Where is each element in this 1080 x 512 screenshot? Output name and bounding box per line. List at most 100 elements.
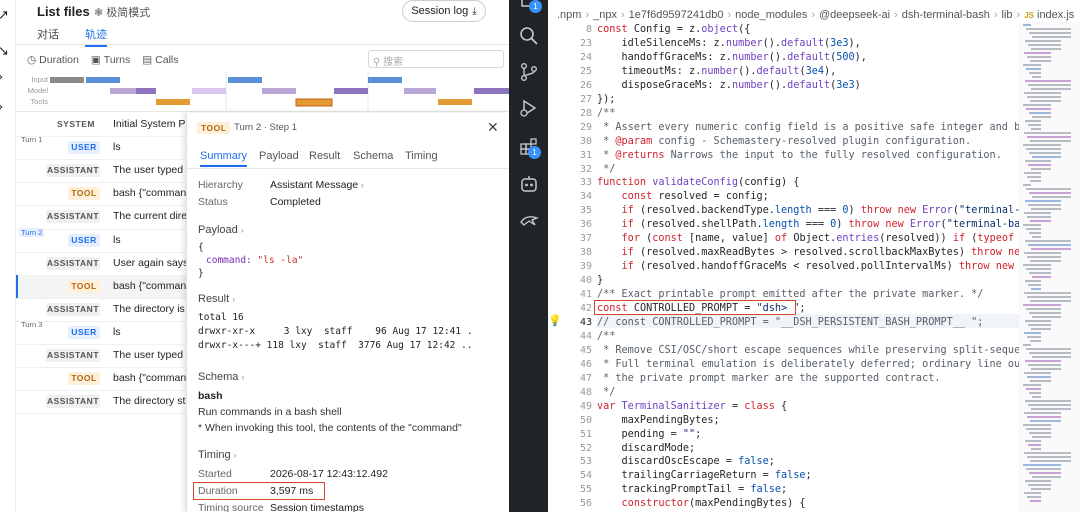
remote-robot-icon[interactable] (519, 174, 539, 194)
trace-row[interactable]: User again says " (113, 257, 195, 269)
hierarchy-link[interactable]: Assistant Message › (270, 179, 364, 191)
filter-calls[interactable]: ▤ Calls (142, 54, 178, 66)
result-section[interactable]: Result › (198, 293, 235, 305)
lite-mode-toggle[interactable]: ❃ 极简模式 (94, 4, 150, 20)
row-divider (16, 159, 196, 161)
tab-result[interactable]: Result (309, 150, 340, 162)
timeline-bar (156, 99, 190, 105)
trace-row[interactable]: The user typed " (113, 349, 190, 361)
code-line: function validateConfig(config) { (597, 177, 800, 189)
trace-row[interactable]: ls (113, 326, 121, 338)
trace-row[interactable]: ls (113, 234, 121, 246)
edge-glyph: ↘ (0, 44, 9, 59)
trace-row[interactable]: bash {"comman (113, 372, 186, 384)
edge-glyph: › (0, 70, 3, 85)
crumb[interactable]: .npm (557, 9, 581, 21)
crumb[interactable]: 1e7f6d9597241db0 (629, 9, 724, 21)
payload-entry: command: "ls -la" (206, 255, 303, 266)
minimap-line (1029, 272, 1051, 274)
line-number: 46 (579, 358, 592, 370)
minimap-line (1025, 120, 1041, 122)
crumb[interactable]: lib (1002, 9, 1013, 21)
lightbulb-icon[interactable]: 💡 (548, 314, 562, 327)
line-number: 39 (579, 261, 592, 273)
source-control-icon[interactable] (519, 62, 539, 82)
code-editor: 1 1 .npm › _npx › 1e7f6d9597241db0 › node_mod (509, 0, 1080, 512)
crumb[interactable]: dsh-terminal-bash (902, 9, 990, 21)
timing-section[interactable]: Timing › (198, 449, 237, 461)
code-line: if (resolved.maxReadBytes > resolved.scr… (621, 247, 1022, 259)
bird-icon[interactable] (519, 210, 539, 230)
tab-summary[interactable]: Summary (200, 150, 248, 167)
role-badge: USER (68, 141, 100, 155)
trace-row[interactable]: bash {"comman (113, 187, 186, 199)
minimap-line (1027, 96, 1061, 98)
search-icon[interactable] (519, 26, 539, 46)
lite-mode-label: 极简模式 (106, 7, 151, 19)
trace-row[interactable]: The directory is s (113, 303, 193, 315)
line-number: 29 (579, 121, 592, 133)
edge-glyph: › (0, 100, 3, 115)
crumb[interactable]: node_modules (735, 9, 807, 21)
row-divider (16, 297, 196, 299)
minimap-line (1027, 176, 1041, 178)
trace-row[interactable]: Initial System Pro (113, 118, 195, 130)
session-log-button[interactable]: Session log ⤓ (402, 0, 486, 22)
minimap-line (1028, 124, 1041, 126)
minimap-line (1030, 380, 1051, 382)
search-icon: ⚲ (373, 57, 384, 68)
step-detail-panel: TOOL Turn 2 · Step 1 ✕ Summary Payload R… (186, 113, 510, 512)
minimap-line (1032, 156, 1061, 158)
trace-row[interactable]: ls (113, 141, 121, 153)
line-number: 8 (585, 24, 592, 35)
minimap-line (1023, 464, 1061, 466)
line-number: 34 (579, 191, 592, 203)
run-debug-icon[interactable] (519, 98, 539, 118)
started-label: Started (198, 468, 232, 480)
crumb[interactable]: @deepseek-ai (819, 9, 890, 21)
minimap-line (1027, 296, 1071, 298)
role-badge: ASSISTANT (46, 164, 100, 178)
payload-section[interactable]: Payload › (198, 224, 244, 236)
search-input[interactable]: ⚲ 搜索 (368, 50, 504, 68)
trace-row[interactable]: The directory stil (113, 395, 190, 407)
calls-icon: ▤ (142, 54, 153, 66)
trace-row[interactable]: The current direc (113, 210, 192, 222)
minimap-line (1028, 444, 1041, 446)
minimap-line (1030, 340, 1041, 342)
tab-timing[interactable]: Timing (405, 150, 438, 162)
minimap-line (1023, 104, 1051, 106)
tab-schema[interactable]: Schema (353, 150, 393, 162)
crumb-file[interactable]: index.js (1037, 9, 1074, 21)
code-line: maxPendingBytes; (597, 414, 720, 426)
schema-title: Schema (198, 371, 239, 383)
trace-row[interactable]: The user typed " (113, 164, 190, 176)
code-text[interactable]: const Config = z.object({ idleSilenceMs:… (597, 22, 1022, 512)
minimap-line (1030, 140, 1071, 142)
close-icon[interactable]: ✕ (487, 119, 499, 136)
minimap-line (1030, 60, 1051, 62)
role-badge: ASSISTANT (46, 302, 100, 316)
minimap-line (1029, 72, 1041, 74)
tab-payload[interactable]: Payload (259, 150, 299, 162)
minimap[interactable] (1019, 22, 1080, 512)
minimap-line (1028, 324, 1051, 326)
trace-row[interactable]: bash {"comman (113, 280, 186, 292)
crumb[interactable]: _npx (593, 9, 617, 21)
schema-tool-name: bash (198, 390, 223, 402)
minimap-line (1028, 484, 1051, 486)
breadcrumb[interactable]: .npm › _npx › 1e7f6d9597241db0 › node_modules ›… (557, 9, 1074, 21)
role-badge: ASSISTANT (46, 256, 100, 270)
tab-conversation[interactable]: 对话 (37, 26, 59, 42)
minimap-line (1024, 252, 1061, 254)
minimap-line (1031, 368, 1061, 370)
line-number: 38 (579, 247, 592, 259)
filter-turns[interactable]: ▣ Turns (91, 54, 130, 66)
schema-section[interactable]: Schema › (198, 371, 244, 383)
filter-duration[interactable]: ◷ Duration (27, 54, 79, 66)
timeline-chart[interactable] (48, 72, 509, 110)
minimap-line (1023, 224, 1041, 226)
minimap-line (1028, 164, 1051, 166)
line-number: 52 (579, 442, 592, 454)
minimap-line (1028, 404, 1071, 406)
